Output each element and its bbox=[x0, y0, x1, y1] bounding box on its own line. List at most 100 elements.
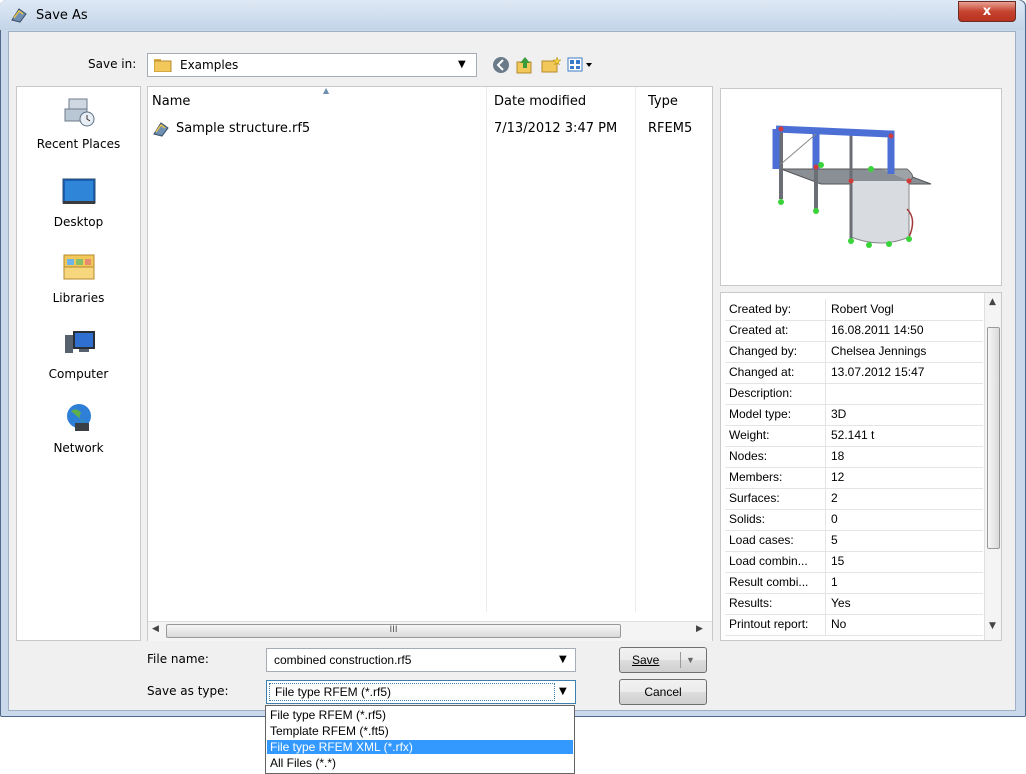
file-date: 7/13/2012 3:47 PM bbox=[494, 121, 618, 136]
column-header-label: Type bbox=[648, 94, 678, 109]
chevron-down-icon[interactable]: ▼ bbox=[458, 59, 466, 70]
back-icon[interactable] bbox=[490, 54, 512, 76]
info-divider bbox=[825, 362, 826, 383]
info-key: Created by: bbox=[729, 302, 792, 316]
horizontal-scrollbar[interactable]: ◀ III ▶ bbox=[148, 621, 712, 641]
scroll-left-icon[interactable]: ◀ bbox=[152, 624, 159, 634]
info-row: Surfaces: 2 bbox=[725, 488, 983, 510]
save-in-label: Save in: bbox=[88, 57, 137, 71]
info-row: Members: 12 bbox=[725, 467, 983, 489]
save-button-label: Save bbox=[632, 653, 660, 667]
type-option[interactable]: File type RFEM (*.rf5) bbox=[267, 708, 573, 722]
info-value: 18 bbox=[831, 449, 845, 463]
type-option[interactable]: Template RFEM (*.ft5) bbox=[267, 724, 573, 738]
info-divider bbox=[825, 530, 826, 551]
file-row[interactable]: Sample structure.rf5 7/13/2012 3:47 PM R… bbox=[152, 120, 708, 140]
info-value: 52.141 t bbox=[831, 428, 875, 442]
info-key: Result combi... bbox=[729, 575, 809, 589]
info-divider bbox=[825, 404, 826, 425]
column-header-type[interactable]: Type bbox=[648, 87, 708, 115]
vertical-scrollbar[interactable]: ▲ ▼ bbox=[984, 293, 1001, 640]
place-label: Libraries bbox=[52, 291, 105, 305]
info-value: 1 bbox=[831, 575, 838, 589]
info-key: Weight: bbox=[729, 428, 770, 442]
info-divider bbox=[825, 425, 826, 446]
type-option-highlighted[interactable]: File type RFEM XML (*.rfx) bbox=[267, 740, 573, 754]
info-divider bbox=[825, 593, 826, 614]
info-divider bbox=[825, 299, 826, 320]
scrollbar-thumb[interactable] bbox=[987, 327, 1000, 549]
info-divider bbox=[825, 341, 826, 362]
info-row: Printout report: No bbox=[725, 614, 983, 636]
chevron-down-icon[interactable]: ▼ bbox=[686, 648, 695, 672]
column-header-date[interactable]: Date modified bbox=[494, 87, 624, 115]
file-name-value: combined construction.rf5 bbox=[274, 653, 412, 667]
chevron-down-icon[interactable]: ▼ bbox=[559, 686, 567, 697]
info-key: Model type: bbox=[729, 407, 792, 421]
scroll-grip: III bbox=[389, 625, 398, 635]
info-row: Model type: 3D bbox=[725, 404, 983, 426]
model-preview bbox=[720, 88, 1002, 286]
scrollbar-thumb[interactable]: III bbox=[166, 624, 621, 638]
info-row: Created by: Robert Vogl bbox=[725, 299, 983, 321]
title-bar[interactable] bbox=[0, 0, 1024, 30]
info-divider bbox=[825, 614, 826, 635]
info-row: Description: bbox=[725, 383, 983, 405]
place-label: Computer bbox=[48, 367, 109, 381]
info-key: Results: bbox=[729, 596, 773, 610]
column-divider bbox=[635, 87, 636, 612]
column-header-name[interactable]: Name bbox=[152, 87, 482, 115]
info-divider bbox=[825, 446, 826, 467]
info-row: Load cases: 5 bbox=[725, 530, 983, 552]
file-name: Sample structure.rf5 bbox=[176, 121, 311, 136]
sort-ascending-icon: ▲ bbox=[323, 86, 330, 95]
model-info-panel: Created by: Robert Vogl Created at: 16.08.2… bbox=[720, 292, 1002, 641]
info-key: Solids: bbox=[729, 512, 766, 526]
view-menu-icon[interactable] bbox=[566, 54, 596, 76]
cancel-button[interactable]: Cancel bbox=[619, 679, 707, 705]
scroll-down-icon[interactable]: ▼ bbox=[989, 621, 996, 631]
file-name-input[interactable]: combined construction.rf5 ▼ bbox=[266, 648, 576, 672]
save-in-combobox[interactable]: Examples ▼ bbox=[147, 53, 477, 77]
column-header-label: Name bbox=[152, 94, 191, 109]
info-divider bbox=[825, 509, 826, 530]
info-value: 15 bbox=[831, 554, 845, 568]
recent-places-icon bbox=[61, 97, 97, 129]
info-value: 5 bbox=[831, 533, 838, 547]
info-value: Yes bbox=[831, 596, 851, 610]
column-header-label: Date modified bbox=[494, 94, 587, 109]
save-button[interactable]: Save ▼ bbox=[619, 647, 707, 673]
info-row: Weight: 52.141 t bbox=[725, 425, 983, 447]
info-row: Solids: 0 bbox=[725, 509, 983, 531]
scroll-right-icon[interactable]: ▶ bbox=[696, 624, 703, 634]
window-title: Save As bbox=[36, 8, 88, 23]
scroll-up-icon[interactable]: ▲ bbox=[989, 297, 996, 307]
file-list[interactable]: Name ▲ Date modified Type Sample structu… bbox=[147, 86, 713, 641]
rfem-app-icon bbox=[10, 6, 28, 24]
info-value: 0 bbox=[831, 512, 838, 526]
info-divider bbox=[825, 488, 826, 509]
computer-icon bbox=[61, 327, 97, 359]
info-value: No bbox=[831, 617, 847, 631]
info-key: Printout report: bbox=[729, 617, 809, 631]
libraries-icon bbox=[61, 251, 97, 283]
save-as-type-select[interactable]: File type RFEM (*.rf5) ▼ bbox=[266, 680, 576, 704]
type-option[interactable]: All Files (*.*) bbox=[267, 756, 573, 770]
new-folder-icon[interactable] bbox=[540, 54, 562, 76]
save-in-value: Examples bbox=[180, 58, 239, 72]
info-key: Surfaces: bbox=[729, 491, 780, 505]
save-as-type-dropdown-list[interactable]: File type RFEM (*.rf5) Template RFEM (*.… bbox=[265, 705, 575, 774]
info-key: Changed by: bbox=[729, 344, 798, 358]
info-key: Description: bbox=[729, 386, 793, 400]
info-divider bbox=[825, 572, 826, 593]
info-divider bbox=[825, 383, 826, 404]
info-value: Chelsea Jennings bbox=[831, 344, 927, 358]
chevron-down-icon[interactable]: ▼ bbox=[559, 654, 567, 665]
info-row: Created at: 16.08.2011 14:50 bbox=[725, 320, 983, 342]
info-divider bbox=[825, 551, 826, 572]
up-folder-icon[interactable] bbox=[514, 54, 536, 76]
close-button[interactable]: x bbox=[958, 1, 1016, 22]
file-type: RFEM5 bbox=[648, 121, 693, 136]
split-divider bbox=[680, 652, 681, 668]
selected-type-value: File type RFEM (*.rf5) bbox=[275, 685, 392, 699]
